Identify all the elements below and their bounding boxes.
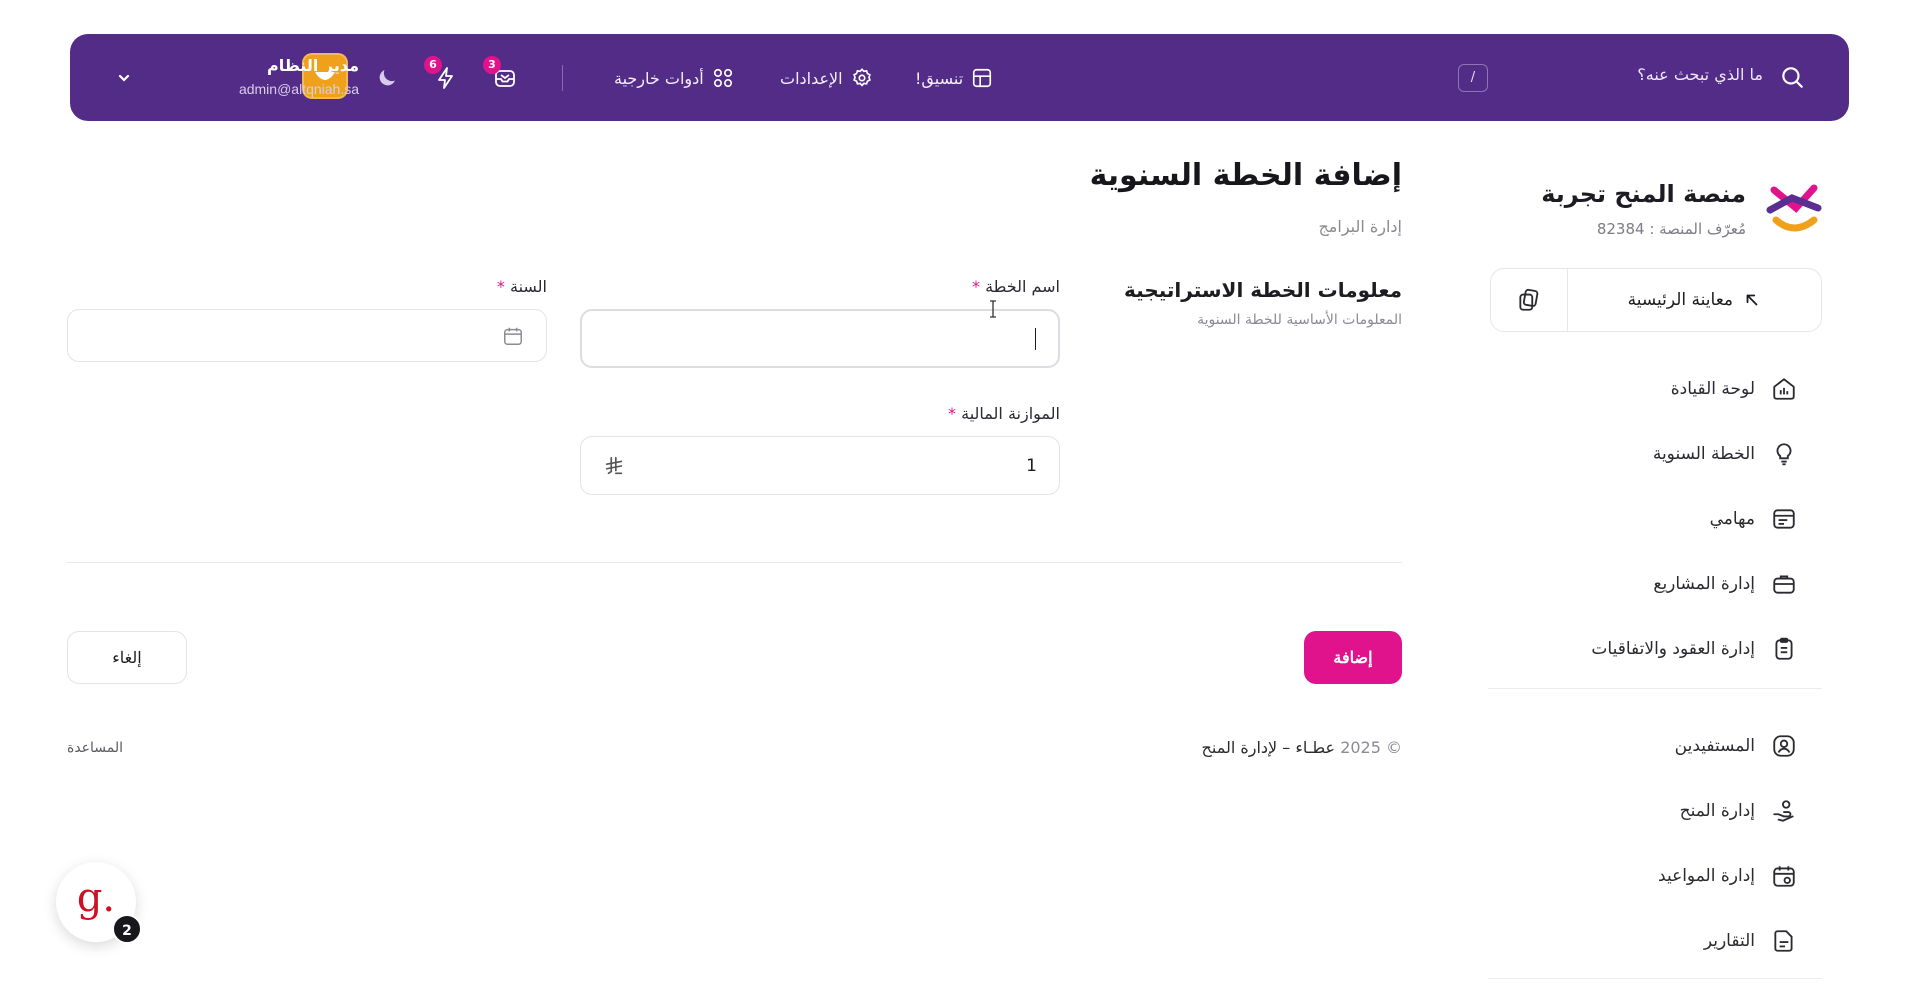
preview-home-link[interactable]: معاينة الرئيسية (1628, 269, 1761, 331)
sidebar-item-label: إدارة المنح (1679, 801, 1755, 821)
sidebar-item-label: إدارة العقود والاتفاقيات (1591, 639, 1755, 659)
budget-value: 1 (1026, 455, 1037, 476)
sidebar-item-dashboard[interactable]: لوحة القيادة (1671, 369, 1797, 409)
sidebar-item-label: التقارير (1703, 931, 1755, 951)
sidebar-item-label: لوحة القيادة (1670, 379, 1755, 399)
platform-id: مُعرّف المنصة : 82384 (1596, 220, 1746, 238)
budget-input[interactable]: 1 (580, 436, 1060, 495)
platform-name: منصة المنح تجربة (1541, 180, 1746, 208)
breadcrumb[interactable]: إدارة البرامج (1318, 217, 1402, 236)
section-title: معلومات الخطة الاستراتيجية (1124, 278, 1402, 302)
search-shortcut-key: / (1458, 64, 1488, 92)
sidebar-item-label: الخطة السنوية (1652, 444, 1755, 464)
sidebar-item-grants[interactable]: إدارة المنح (1680, 791, 1797, 831)
plan-name-label-text: اسم الخطة (985, 277, 1060, 296)
sidebar-item-appointments[interactable]: إدارة المواعيد (1658, 856, 1797, 896)
sidebar-item-annual-plan[interactable]: الخطة السنوية (1653, 434, 1797, 474)
arrow-up-left-icon (1746, 294, 1758, 306)
form-divider (67, 562, 1402, 563)
riyal-currency-icon (605, 456, 623, 474)
support-chat-widget[interactable]: g. 2 (56, 862, 142, 944)
section-subtitle: المعلومات الأساسية للخطة السنوية (1197, 312, 1402, 328)
page-title: إضافة الخطة السنوية (1089, 158, 1402, 193)
briefcase-icon (1773, 575, 1795, 594)
copy-link-button[interactable] (1491, 269, 1568, 331)
add-button[interactable]: إضافة (1304, 631, 1402, 684)
sidebar-item-contracts[interactable]: إدارة العقود والاتفاقيات (1591, 629, 1797, 669)
text-cursor-icon (990, 300, 996, 318)
sidebar-item-my-tasks[interactable]: مهامي (1710, 499, 1797, 539)
clipboard-icon (1775, 637, 1793, 660)
copyright: © 2025 عطـاء – لإدارة المنح (1202, 738, 1402, 757)
platform-logo (1766, 184, 1822, 232)
copy-icon (1519, 288, 1539, 311)
widget-count-badge: 2 (112, 914, 142, 944)
text-caret (1035, 327, 1036, 350)
cancel-button[interactable]: إلغاء (67, 631, 187, 684)
sidebar-item-label: المستفيدين (1674, 736, 1755, 756)
calendar-icon (1773, 866, 1795, 887)
search-input[interactable]: ما الذي تبحث عنه؟ (1637, 65, 1763, 84)
sidebar-item-beneficiaries[interactable]: المستفيدين (1675, 726, 1797, 766)
lightbulb-icon (1776, 443, 1792, 466)
user-badge-icon (1773, 735, 1795, 757)
sidebar-divider (1488, 978, 1822, 979)
preview-home-label: معاينة الرئيسية (1627, 290, 1733, 310)
sidebar-item-label: إدارة المواعيد (1658, 866, 1755, 886)
required-marker: * (496, 277, 505, 296)
sidebar-item-projects[interactable]: إدارة المشاريع (1653, 564, 1797, 604)
copyright-text: عطـاء – لإدارة المنح (1201, 738, 1336, 757)
required-marker: * (971, 277, 980, 296)
copyright-year: © 2025 (1340, 738, 1402, 757)
required-marker: * (948, 404, 957, 423)
widget-logo: g. (76, 875, 116, 921)
sidebar-item-reports[interactable]: التقارير (1704, 921, 1797, 961)
tasks-icon (1773, 509, 1795, 529)
budget-label: الموازنة المالية * (948, 404, 1060, 423)
help-link[interactable]: المساعدة (67, 740, 123, 756)
year-label: السنة * (497, 277, 547, 296)
budget-label-text: الموازنة المالية (961, 404, 1060, 423)
sidebar-item-label: إدارة المشاريع (1653, 574, 1755, 594)
calendar-icon (504, 327, 522, 345)
preview-box: معاينة الرئيسية (1490, 268, 1822, 332)
dashboard-icon (1773, 378, 1795, 400)
year-input[interactable] (67, 309, 547, 362)
search-icon[interactable] (1779, 64, 1805, 90)
report-icon (1774, 930, 1793, 952)
main-content: إضافة الخطة السنوية إدارة البرامج معلوما… (0, 0, 1440, 997)
sidebar-item-label: مهامي (1709, 509, 1755, 529)
plan-name-label: اسم الخطة * (972, 277, 1060, 296)
sidebar: منصة المنح تجربة مُعرّف المنصة : 82384 م… (1488, 160, 1822, 997)
grant-hand-icon (1773, 800, 1794, 822)
sidebar-divider (1488, 688, 1822, 689)
year-label-text: السنة (510, 277, 547, 296)
